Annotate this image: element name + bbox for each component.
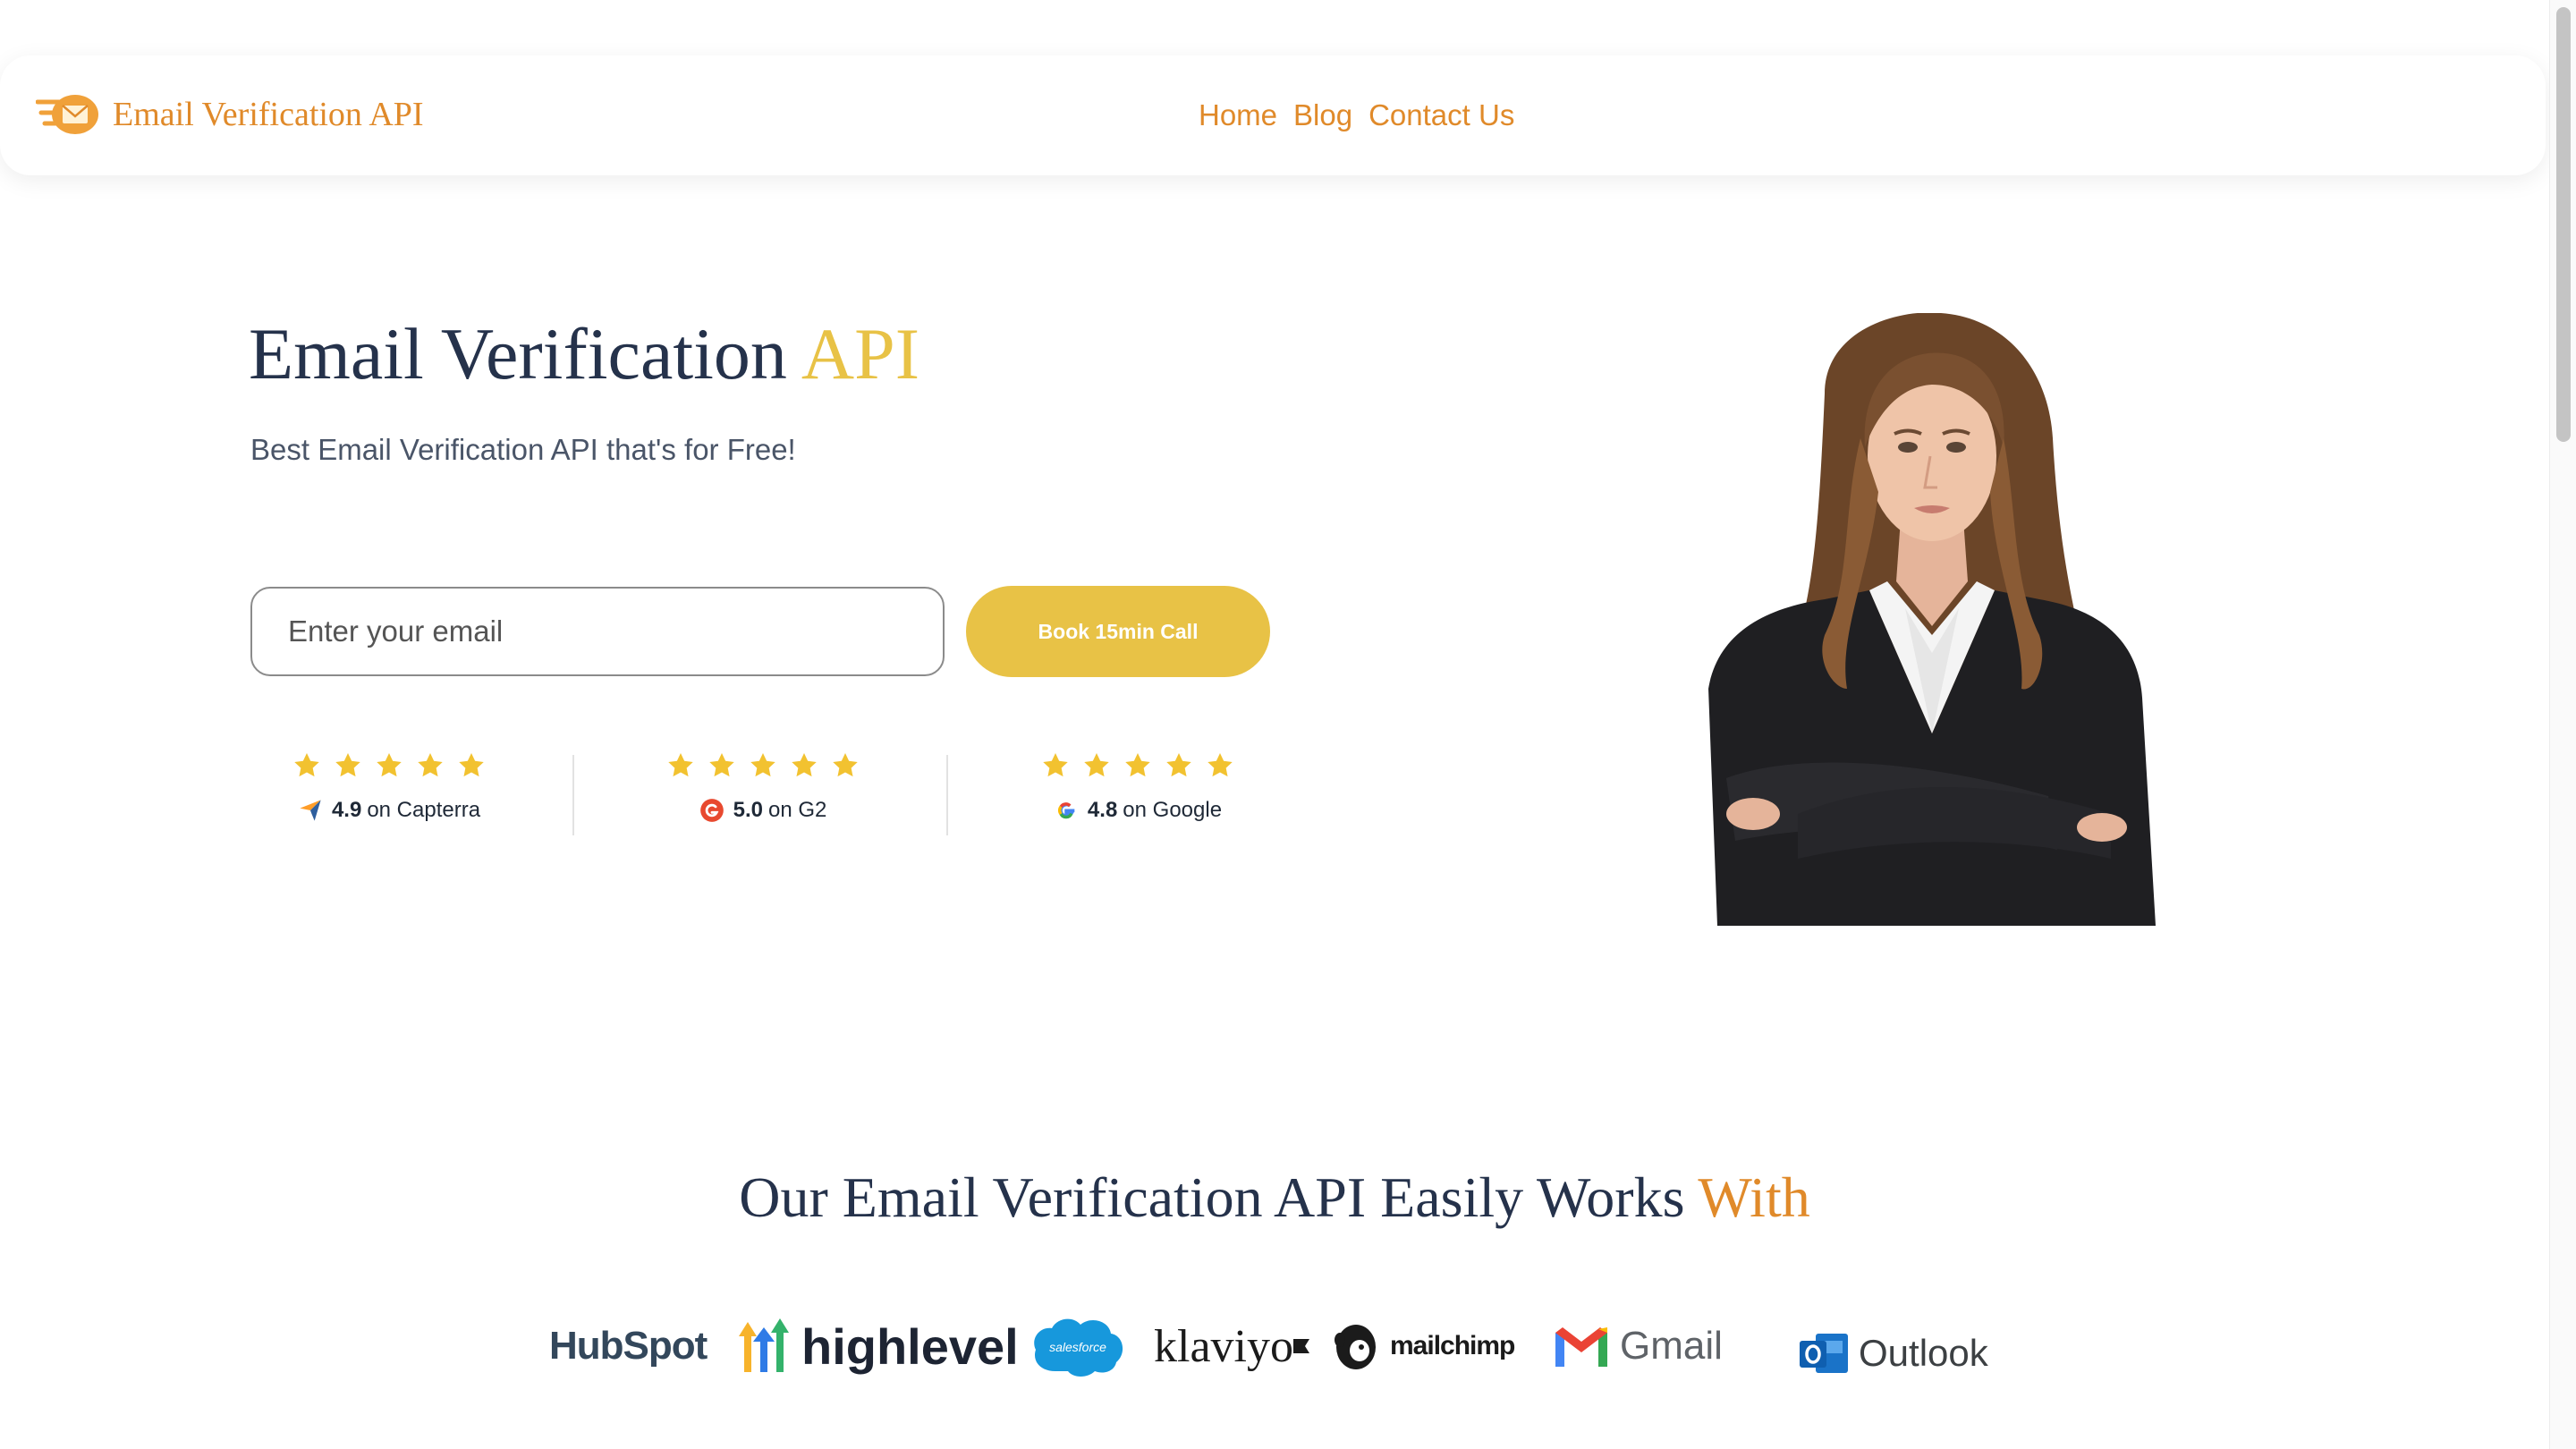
- rating-score: 4.9: [331, 798, 362, 822]
- star-icon: [792, 753, 817, 777]
- rating-capterra: 4.9 on Capterra: [219, 751, 559, 823]
- nav-link-blog[interactable]: Blog: [1293, 98, 1352, 132]
- hero-title-accent: API: [801, 313, 920, 394]
- outlook-icon: [1800, 1334, 1848, 1373]
- salesforce-cloud-icon: salesforce: [1034, 1318, 1123, 1377]
- brand-name: Email Verification API: [113, 96, 424, 133]
- hubspot-wordmark: HubSpot: [549, 1324, 708, 1368]
- integrations-title-main: Our Email Verification API Easily Works: [739, 1165, 1685, 1229]
- gmail-wordmark: Gmail: [1620, 1324, 1723, 1368]
- salesforce-logo: salesforce: [1029, 1297, 1127, 1395]
- highlevel-arrows-icon: [739, 1318, 789, 1372]
- rating-line: 4.8 on Google: [968, 798, 1308, 823]
- integrations-title: Our Email Verification API Easily Works …: [0, 1165, 2549, 1231]
- star-row: [593, 751, 933, 780]
- mailchimp-wordmark: mailchimp: [1390, 1331, 1515, 1360]
- star-icon: [294, 753, 319, 777]
- hubspot-logo: HubSpot: [549, 1297, 708, 1395]
- highlevel-logo: highlevel: [735, 1297, 1019, 1395]
- rating-g2: 5.0 on G2: [593, 751, 933, 823]
- outlook-logo: Outlook: [1798, 1304, 1988, 1402]
- star-icon: [459, 753, 484, 777]
- star-icon: [1208, 753, 1233, 777]
- hero-title-main: Email Verification: [249, 313, 787, 394]
- book-call-button[interactable]: Book 15min Call: [966, 586, 1270, 677]
- klaviyo-flag-icon: [1292, 1339, 1309, 1353]
- gmail-m-icon: [1555, 1327, 1607, 1367]
- klaviyo-logo: klaviyo: [1154, 1297, 1309, 1395]
- outlook-wordmark: Outlook: [1859, 1332, 1988, 1374]
- star-icon: [750, 753, 775, 777]
- rating-google: 4.8 on Google: [968, 751, 1308, 823]
- scrollbar-thumb[interactable]: [2556, 7, 2571, 442]
- page-scrollbar[interactable]: [2549, 0, 2576, 1449]
- email-logo-icon: [36, 95, 98, 134]
- star-icon: [377, 753, 402, 777]
- rating-line: 5.0 on G2: [593, 798, 933, 823]
- businesswoman-portrait-image: [1708, 313, 2156, 926]
- star-icon: [1125, 753, 1150, 777]
- rating-divider: [946, 755, 948, 835]
- brand[interactable]: Email Verification API: [36, 80, 424, 148]
- google-icon: [1057, 802, 1075, 819]
- star-icon: [335, 753, 360, 777]
- capterra-icon: [300, 800, 321, 821]
- mailchimp-logo: mailchimp: [1333, 1297, 1515, 1395]
- nav-links: Home Blog Contact Us: [1199, 55, 1530, 175]
- highlevel-wordmark: highlevel: [801, 1318, 1019, 1375]
- mailchimp-freddie-icon: [1335, 1325, 1376, 1369]
- rating-site: on Google: [1123, 798, 1223, 822]
- star-icon: [1043, 753, 1068, 777]
- rating-score: 4.8: [1087, 798, 1118, 822]
- integrations-title-accent: With: [1698, 1165, 1810, 1229]
- top-navbar: Email Verification API Home Blog Contact…: [0, 55, 2546, 175]
- gmail-logo: Gmail: [1552, 1297, 1723, 1395]
- star-row: [219, 751, 559, 780]
- star-icon: [1084, 753, 1109, 777]
- star-row: [968, 751, 1308, 780]
- nav-link-home[interactable]: Home: [1199, 98, 1277, 132]
- hero-title: Email Verification API: [249, 309, 919, 399]
- star-icon: [709, 753, 734, 777]
- hero-subtitle: Best Email Verification API that's for F…: [250, 433, 796, 466]
- partner-logos: HubSpot highlevel salesforce klaviyo mai…: [537, 1297, 2021, 1395]
- svg-text:salesforce: salesforce: [1049, 1340, 1106, 1354]
- nav-link-contact-us[interactable]: Contact Us: [1368, 98, 1514, 132]
- klaviyo-wordmark: klaviyo: [1154, 1320, 1293, 1372]
- star-icon: [668, 753, 693, 777]
- star-icon: [1166, 753, 1191, 777]
- rating-line: 4.9 on Capterra: [219, 798, 559, 823]
- star-icon: [418, 753, 443, 777]
- email-input[interactable]: [250, 587, 945, 676]
- g2-icon: [699, 799, 724, 822]
- rating-site: on G2: [767, 798, 827, 822]
- rating-divider: [572, 755, 574, 835]
- rating-site: on Capterra: [367, 798, 481, 822]
- star-icon: [833, 753, 858, 777]
- rating-score: 5.0: [733, 798, 763, 822]
